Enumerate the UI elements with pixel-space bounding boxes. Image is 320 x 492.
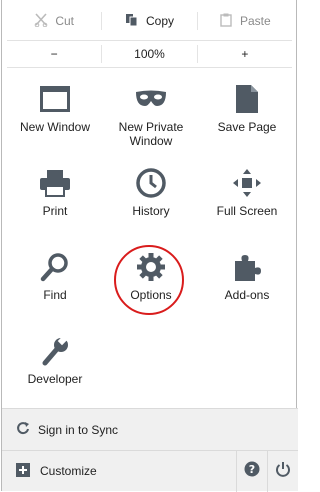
menu-grid: New Window New Private Window Save Page … xyxy=(7,78,295,414)
tile-label: Find xyxy=(43,288,67,302)
cut-label: Cut xyxy=(55,14,74,28)
customize-label: Customize xyxy=(40,464,97,478)
tile-label: Developer xyxy=(27,372,83,386)
edit-controls: Cut Copy Paste xyxy=(7,8,292,34)
tile-label: New Private Window xyxy=(118,120,184,148)
options-button[interactable]: Options xyxy=(103,246,199,330)
copy-button[interactable]: Copy xyxy=(102,8,196,34)
add-ons-button[interactable]: Add-ons xyxy=(199,246,295,330)
sync-icon xyxy=(16,421,30,438)
zoom-reset-button[interactable]: 100% xyxy=(102,41,196,67)
printer-icon xyxy=(38,166,72,200)
new-window-button[interactable]: New Window xyxy=(7,78,103,162)
paste-button[interactable]: Paste xyxy=(198,8,292,34)
cut-button[interactable]: Cut xyxy=(7,8,101,34)
history-button[interactable]: History xyxy=(103,162,199,246)
tile-label: Save Page xyxy=(217,120,277,134)
copy-label: Copy xyxy=(145,14,174,28)
print-button[interactable]: Print xyxy=(7,162,103,246)
scissors-icon xyxy=(34,12,48,30)
sign-in-to-sync-button[interactable]: Sign in to Sync xyxy=(2,408,298,450)
find-button[interactable]: Find xyxy=(7,246,103,330)
customize-button[interactable]: Customize xyxy=(2,462,236,480)
tile-label: New Window xyxy=(19,120,91,134)
tile-label: History xyxy=(132,204,170,218)
document-icon xyxy=(230,82,264,116)
help-button[interactable]: ? xyxy=(236,450,267,492)
wrench-icon xyxy=(38,334,72,368)
zoom-out-button[interactable]: − xyxy=(7,41,101,67)
tile-label: Full Screen xyxy=(216,204,278,218)
new-private-window-button[interactable]: New Private Window xyxy=(103,78,199,162)
svg-text:?: ? xyxy=(249,463,255,476)
zoom-controls: − 100% + xyxy=(7,40,292,68)
puzzle-icon xyxy=(230,250,264,284)
help-icon: ? xyxy=(244,461,260,482)
power-icon xyxy=(275,461,291,482)
window-icon xyxy=(38,82,72,116)
plus-box-icon xyxy=(16,462,30,480)
tile-label: Options xyxy=(130,288,172,302)
tile-label: Print xyxy=(42,204,68,218)
zoom-in-button[interactable]: + xyxy=(198,41,292,67)
developer-button[interactable]: Developer xyxy=(7,330,103,414)
clock-icon xyxy=(134,166,168,200)
bottom-bar: Customize ? xyxy=(2,450,298,492)
quit-button[interactable] xyxy=(267,450,298,492)
full-screen-button[interactable]: Full Screen xyxy=(199,162,295,246)
tile-label: Add-ons xyxy=(224,288,270,302)
menu-panel: Cut Copy Paste − 100% + New Window New P… xyxy=(1,0,298,492)
magnifier-icon xyxy=(38,250,72,284)
mask-icon xyxy=(134,82,168,116)
fullscreen-icon xyxy=(230,166,264,200)
gear-icon xyxy=(134,250,168,284)
paste-label: Paste xyxy=(239,14,271,28)
sync-label: Sign in to Sync xyxy=(38,422,119,437)
clipboard-icon xyxy=(219,13,233,30)
save-page-button[interactable]: Save Page xyxy=(199,78,295,162)
copy-icon xyxy=(125,13,139,30)
